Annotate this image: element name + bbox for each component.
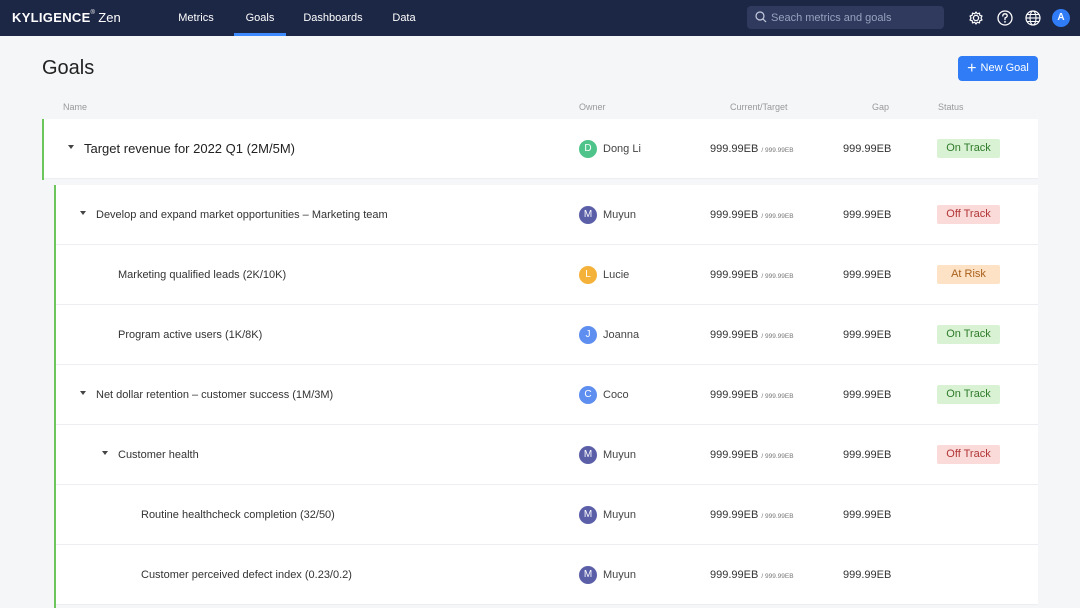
gap-value: 999.99EB <box>843 389 892 401</box>
goal-name[interactable]: Customer perceived defect index (0.23/0.… <box>141 545 352 605</box>
owner-avatar: D <box>579 140 597 158</box>
new-goal-label: New Goal <box>980 62 1029 74</box>
goal-row[interactable]: Develop and expand market opportunities … <box>56 185 1038 245</box>
target-value: / 999.99EB <box>761 453 794 460</box>
search-input[interactable] <box>771 6 936 29</box>
gap-value: 999.99EB <box>843 509 892 521</box>
goal-row[interactable]: Customer perceived defect index (0.23/0.… <box>56 545 1038 605</box>
goal-row[interactable]: Customer health M Muyun 999.99EB / 999.9… <box>56 425 1038 485</box>
owner-name: Dong Li <box>603 143 641 155</box>
current-target-value: 999.99EB / 999.99EB <box>710 545 794 605</box>
search-icon <box>755 11 767 23</box>
goal-name[interactable]: Target revenue for 2022 Q1 (2M/5M) <box>84 119 295 179</box>
owner-name: Muyun <box>603 509 637 521</box>
goal-name[interactable]: Program active users (1K/8K) <box>118 305 262 365</box>
current-value: 999.99EB <box>710 269 759 281</box>
owner-name: Muyun <box>603 449 637 461</box>
language-globe-icon[interactable] <box>1024 9 1042 27</box>
target-value: / 999.99EB <box>761 573 794 580</box>
current-value: 999.99EB <box>710 209 759 221</box>
owner-name: Coco <box>603 389 629 401</box>
goal-row[interactable]: Marketing qualified leads (2K/10K) L Luc… <box>56 245 1038 305</box>
gap-value: 999.99EB <box>843 209 892 221</box>
owner-name: Muyun <box>603 209 637 221</box>
column-header-status: Status <box>938 102 964 112</box>
settings-gear-icon[interactable] <box>967 9 985 27</box>
gap-value: 999.99EB <box>843 269 892 281</box>
collapse-caret-icon[interactable] <box>102 451 108 455</box>
goal-name[interactable]: Net dollar retention – customer success … <box>96 365 333 425</box>
current-value: 999.99EB <box>710 569 759 581</box>
nav-goals[interactable]: Goals <box>234 0 286 36</box>
user-avatar[interactable]: A <box>1052 9 1070 27</box>
owner-name: Joanna <box>603 329 640 341</box>
column-header-name: Name <box>63 102 88 112</box>
help-icon[interactable] <box>996 9 1014 27</box>
owner-avatar: M <box>579 206 597 224</box>
gap-value: 999.99EB <box>843 329 892 341</box>
plus-icon: + <box>967 60 977 77</box>
top-navigation-bar: KYLIGENCE® Zen Metrics Goals Dashboards D… <box>0 0 1080 36</box>
current-value: 999.99EB <box>710 509 759 521</box>
target-value: / 999.99EB <box>761 513 794 520</box>
goal-name[interactable]: Develop and expand market opportunities … <box>96 185 388 245</box>
owner-avatar: L <box>579 266 597 284</box>
current-target-value: 999.99EB / 999.99EB <box>710 185 794 245</box>
column-header-owner: Owner <box>579 102 606 112</box>
product-name: Zen <box>98 10 121 25</box>
owner-name: Muyun <box>603 569 637 581</box>
owner-avatar: M <box>579 446 597 464</box>
status-badge: Off Track <box>937 205 1000 224</box>
gap-value: 999.99EB <box>843 449 892 461</box>
collapse-caret-icon[interactable] <box>80 211 86 215</box>
current-target-value: 999.99EB / 999.99EB <box>710 119 794 179</box>
status-badge: At Risk <box>937 265 1000 284</box>
brand-name: KYLIGENCE <box>12 10 91 25</box>
current-value: 999.99EB <box>710 449 759 461</box>
gap-value: 999.99EB <box>843 143 892 155</box>
search-box <box>747 6 944 29</box>
brand-mark: ® <box>90 10 96 16</box>
current-value: 999.99EB <box>710 389 759 401</box>
current-target-value: 999.99EB / 999.99EB <box>710 485 794 545</box>
status-badge: On Track <box>937 385 1000 404</box>
current-value: 999.99EB <box>710 329 759 341</box>
owner-name: Lucie <box>603 269 630 281</box>
nav-dashboards[interactable]: Dashboards <box>298 0 368 36</box>
target-value: / 999.99EB <box>761 147 794 154</box>
target-value: / 999.99EB <box>761 273 794 280</box>
owner-avatar: M <box>579 506 597 524</box>
target-value: / 999.99EB <box>761 333 794 340</box>
status-badge: Off Track <box>937 445 1000 464</box>
current-target-value: 999.99EB / 999.99EB <box>710 365 794 425</box>
current-value: 999.99EB <box>710 143 759 155</box>
page-title: Goals <box>42 57 95 79</box>
column-header-current-target: Current/Target <box>730 102 788 112</box>
brand-logo[interactable]: KYLIGENCE® Zen <box>12 10 121 25</box>
goal-row[interactable]: Target revenue for 2022 Q1 (2M/5M) D Don… <box>44 119 1038 179</box>
target-value: / 999.99EB <box>761 393 794 400</box>
goal-name[interactable]: Marketing qualified leads (2K/10K) <box>118 245 286 305</box>
goal-row[interactable]: Program active users (1K/8K) J Joanna 99… <box>56 305 1038 365</box>
nav-metrics[interactable]: Metrics <box>172 0 220 36</box>
goal-row[interactable]: Routine healthcheck completion (32/50) M… <box>56 485 1038 545</box>
status-badge: On Track <box>937 325 1000 344</box>
owner-avatar: C <box>579 386 597 404</box>
goal-row[interactable]: Net dollar retention – customer success … <box>56 365 1038 425</box>
goal-name[interactable]: Customer health <box>118 425 199 485</box>
owner-avatar: J <box>579 326 597 344</box>
collapse-caret-icon[interactable] <box>80 391 86 395</box>
gap-value: 999.99EB <box>843 569 892 581</box>
target-value: / 999.99EB <box>761 213 794 220</box>
current-target-value: 999.99EB / 999.99EB <box>710 305 794 365</box>
status-badge: On Track <box>937 139 1000 158</box>
nav-data[interactable]: Data <box>388 0 420 36</box>
collapse-caret-icon[interactable] <box>68 145 74 149</box>
new-goal-button[interactable]: + New Goal <box>958 56 1038 81</box>
owner-avatar: M <box>579 566 597 584</box>
column-header-gap: Gap <box>872 102 890 112</box>
current-target-value: 999.99EB / 999.99EB <box>710 245 794 305</box>
goal-name[interactable]: Routine healthcheck completion (32/50) <box>141 485 335 545</box>
current-target-value: 999.99EB / 999.99EB <box>710 425 794 485</box>
